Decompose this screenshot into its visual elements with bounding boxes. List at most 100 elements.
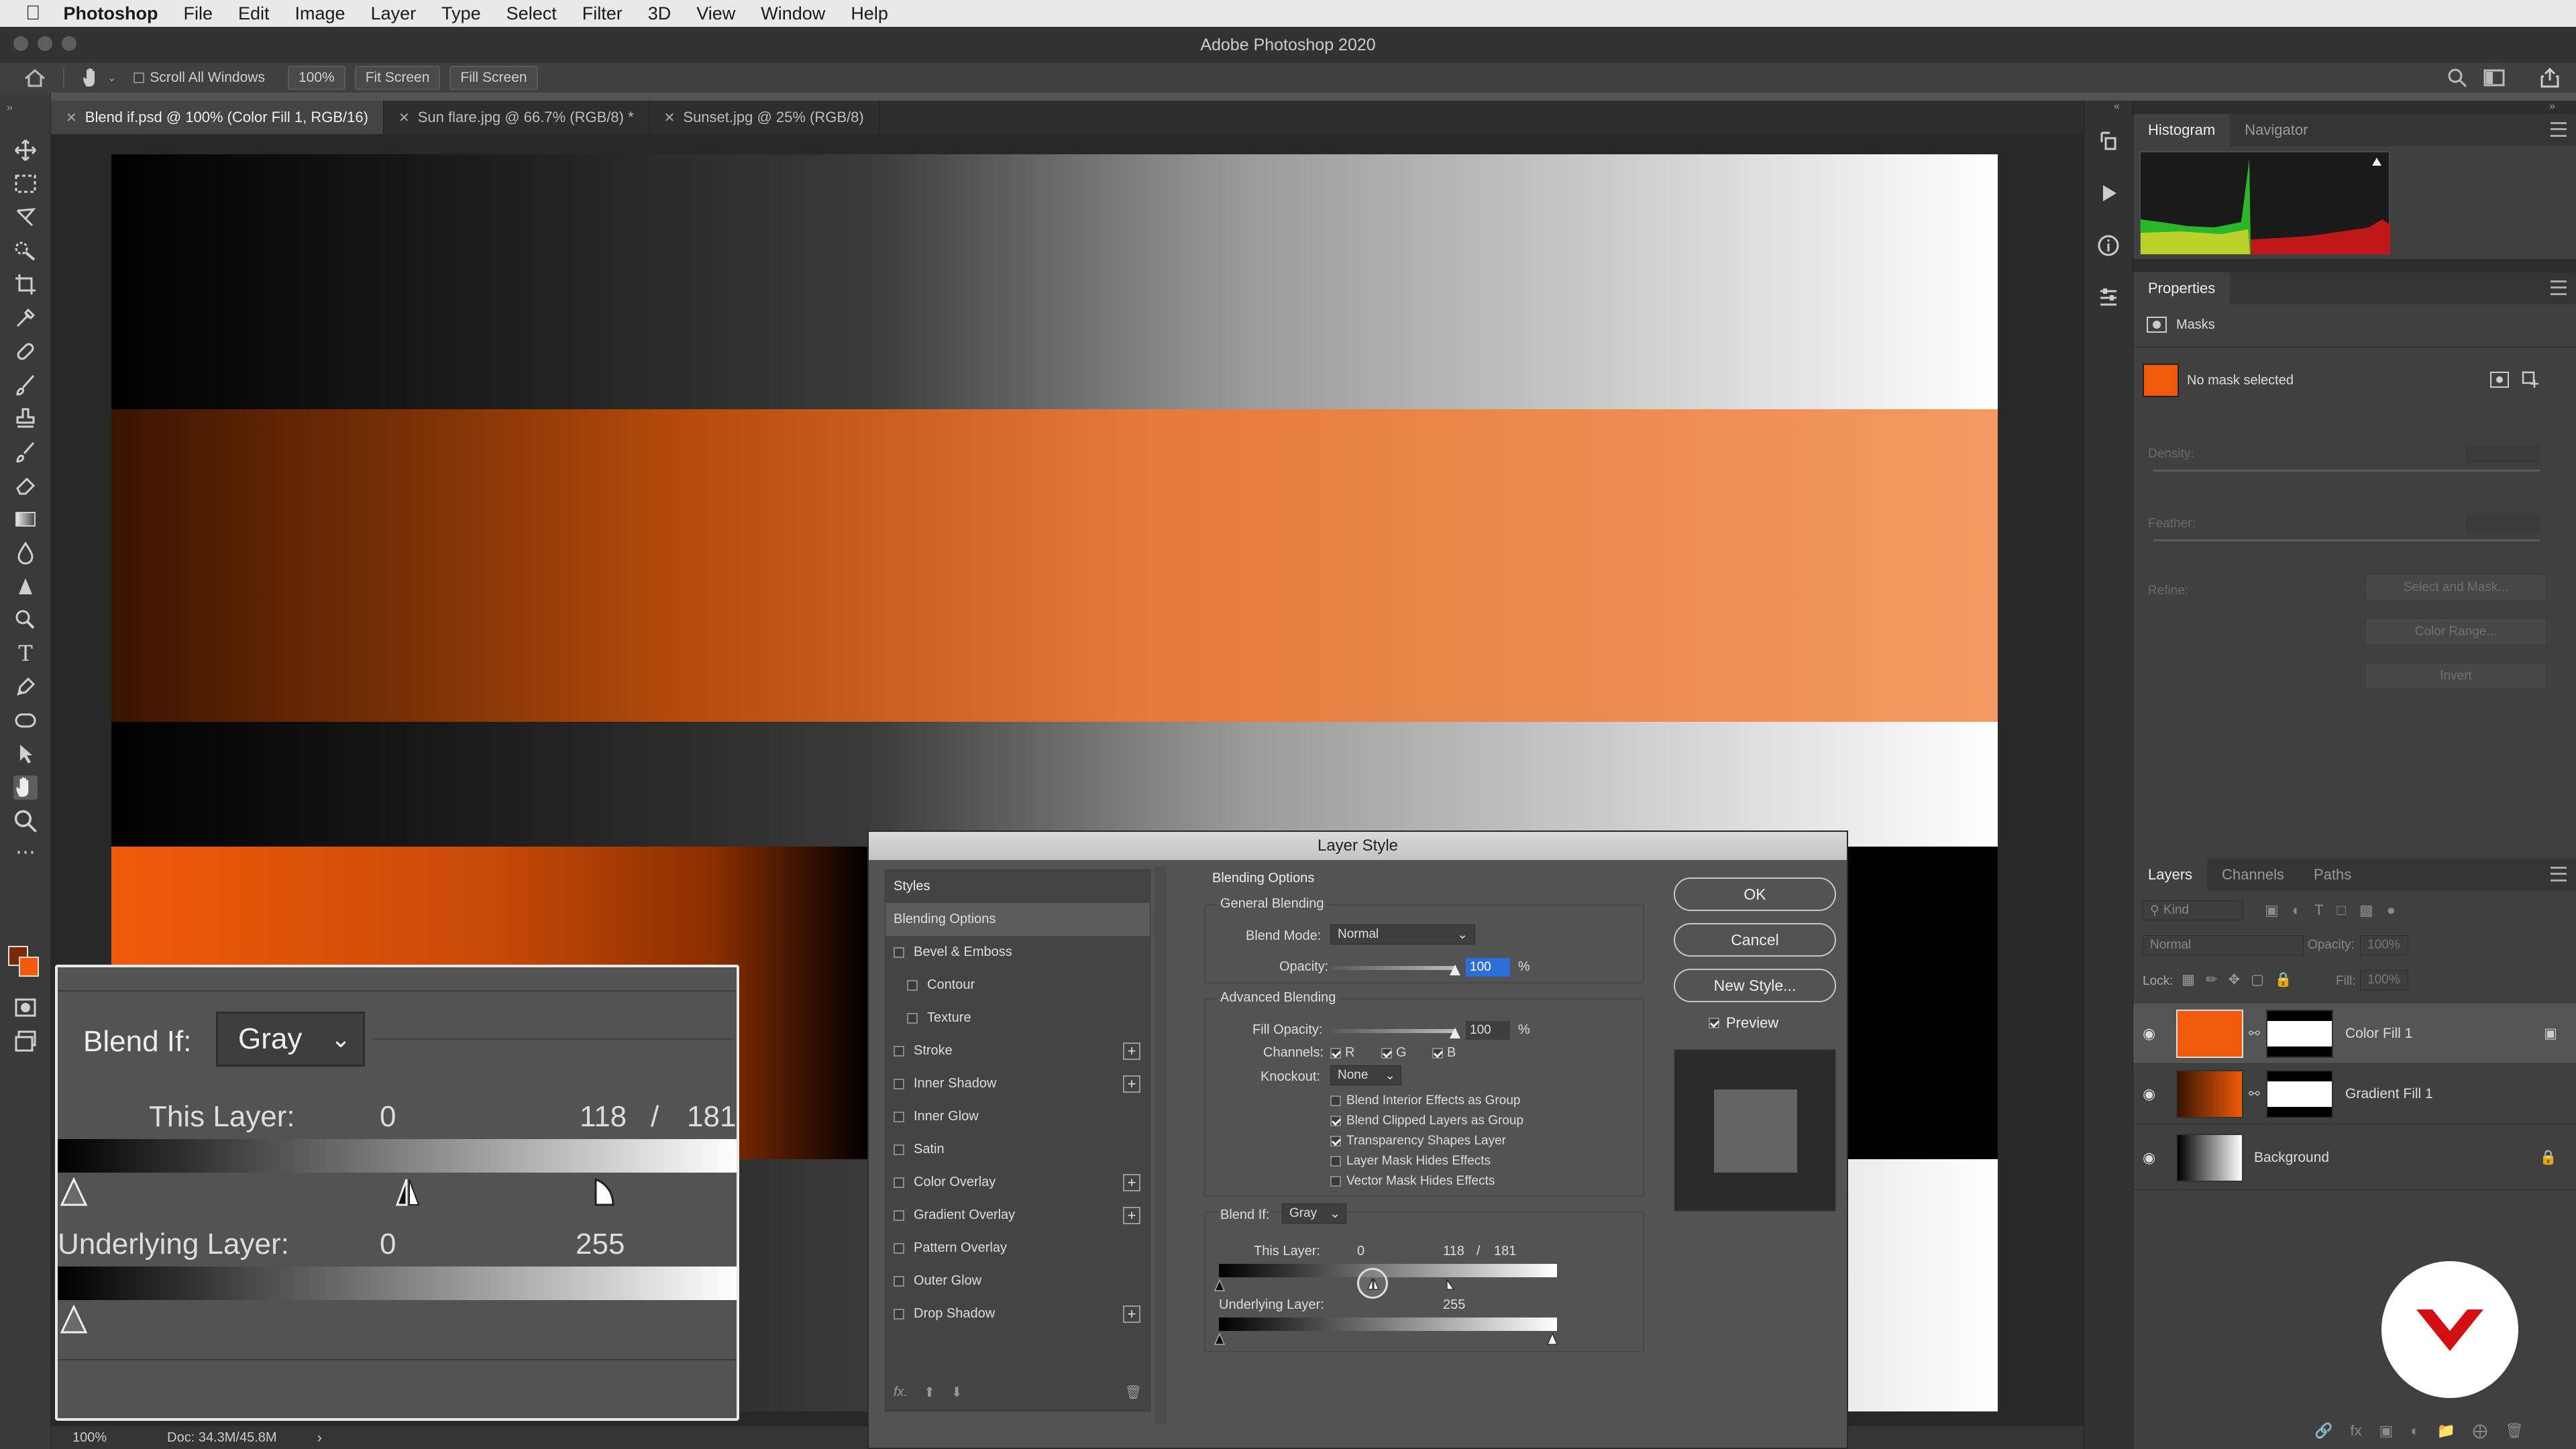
channel-g-checkbox[interactable]: [1381, 1047, 1392, 1059]
home-icon[interactable]: [23, 68, 47, 88]
add-effect-plus-icon[interactable]: +: [1123, 1173, 1140, 1191]
filter-shape-icon[interactable]: □: [2337, 902, 2346, 919]
style-item[interactable]: Satin: [885, 1133, 1150, 1166]
new-style-button[interactable]: New Style...: [1674, 969, 1836, 1002]
new-layer-icon[interactable]: ⨁: [2473, 1422, 2487, 1440]
style-checkbox[interactable]: [894, 1308, 904, 1320]
channel-b[interactable]: B: [1432, 1045, 1456, 1061]
lock-image-icon[interactable]: ✏: [2206, 971, 2218, 988]
advanced-option[interactable]: Blend Clipped Layers as Group: [1330, 1111, 1523, 1131]
menu-layer[interactable]: Layer: [371, 3, 417, 24]
blend-if-select[interactable]: Gray ⌄: [1282, 1203, 1346, 1224]
style-checkbox[interactable]: [894, 947, 904, 958]
layer-properties-icon[interactable]: ▣: [2544, 1025, 2557, 1042]
advanced-option[interactable]: Transparency Shapes Layer: [1330, 1131, 1523, 1151]
new-fill-adjustment-icon[interactable]: ◐: [2410, 1422, 2419, 1440]
style-item[interactable]: Inner Shadow +: [885, 1067, 1150, 1100]
add-effect-plus-icon[interactable]: +: [1123, 1206, 1140, 1224]
menu-3d[interactable]: 3D: [648, 3, 672, 24]
this-layer-split-thumb[interactable]: [1366, 1277, 1380, 1291]
move-effect-up-icon[interactable]: ⬆: [924, 1384, 935, 1401]
dock-collapse-arrows[interactable]: »: [2549, 101, 2555, 113]
lock-transparent-icon[interactable]: ▦: [2182, 971, 2195, 988]
share-icon[interactable]: [2540, 67, 2560, 89]
eye-visibility-icon[interactable]: ◉: [2143, 1085, 2155, 1103]
quick-selection-tool-icon[interactable]: [13, 239, 38, 263]
filter-toggle-icon[interactable]: ●: [2387, 902, 2396, 919]
zoom-percent-field[interactable]: 100%: [287, 66, 345, 90]
app-menu[interactable]: Photoshop: [64, 3, 158, 24]
menu-window[interactable]: Window: [761, 3, 825, 24]
delete-effect-icon[interactable]: 🗑: [1125, 1384, 1142, 1401]
zoom-tool-icon[interactable]: [13, 809, 38, 833]
link-icon[interactable]: ⚯: [2249, 1085, 2260, 1102]
menu-type[interactable]: Type: [441, 3, 481, 24]
link-icon[interactable]: ⚯: [2249, 1025, 2260, 1042]
opacity-input[interactable]: 100: [1466, 958, 1510, 977]
style-checkbox[interactable]: [894, 1275, 904, 1287]
style-item[interactable]: Outer Glow: [885, 1265, 1150, 1297]
add-style-icon[interactable]: fx: [2350, 1422, 2361, 1440]
cancel-button[interactable]: Cancel: [1674, 923, 1836, 957]
lock-all-icon[interactable]: 🔒: [2275, 972, 2292, 988]
blur-tool-icon[interactable]: [13, 541, 38, 565]
close-tab-icon[interactable]: ✕: [66, 109, 77, 126]
new-group-icon[interactable]: 📁: [2437, 1422, 2455, 1440]
brush-tool-icon[interactable]: [13, 373, 38, 397]
style-checkbox[interactable]: [894, 1242, 904, 1254]
background-color-swatch[interactable]: [19, 957, 39, 977]
style-item[interactable]: Bevel & Emboss: [885, 936, 1150, 969]
document-tab[interactable]: ✕ Sun flare.jpg @ 66.7% (RGB/8) *: [384, 101, 649, 134]
eye-visibility-icon[interactable]: ◉: [2143, 1025, 2155, 1042]
style-checkbox[interactable]: [894, 1078, 904, 1089]
lock-position-icon[interactable]: ✥: [2228, 971, 2240, 988]
advanced-option[interactable]: Blend Interior Effects as Group: [1330, 1091, 1523, 1111]
this-layer-white-thumb[interactable]: [1446, 1279, 1455, 1291]
delete-layer-icon[interactable]: 🗑: [2505, 1422, 2524, 1440]
advanced-option-checkbox[interactable]: [1330, 1095, 1341, 1106]
layer-opacity-field[interactable]: 100%: [2360, 935, 2408, 955]
close-tab-icon[interactable]: ✕: [398, 109, 410, 126]
fill-screen-button[interactable]: Fill Screen: [449, 66, 538, 90]
tab-histogram[interactable]: Histogram: [2133, 114, 2231, 146]
panel-menu-icon[interactable]: [2551, 867, 2567, 881]
layer-name[interactable]: Color Fill 1: [2345, 1026, 2412, 1042]
style-item[interactable]: Color Overlay +: [885, 1166, 1150, 1199]
dodge-tool-icon[interactable]: [13, 574, 38, 598]
eraser-tool-icon[interactable]: [13, 474, 38, 498]
menu-image[interactable]: Image: [295, 3, 345, 24]
ok-button[interactable]: OK: [1674, 877, 1836, 911]
panel-menu-icon[interactable]: [2551, 280, 2567, 295]
add-effect-plus-icon[interactable]: +: [1123, 1305, 1140, 1323]
style-checkbox[interactable]: [894, 1111, 904, 1122]
channel-b-checkbox[interactable]: [1432, 1047, 1443, 1059]
marquee-tool-icon[interactable]: [13, 172, 38, 196]
filter-smart-object-icon[interactable]: ▩: [2359, 902, 2373, 919]
path-selection-tool-icon[interactable]: [13, 742, 38, 766]
channel-r[interactable]: R: [1330, 1045, 1354, 1061]
tab-navigator[interactable]: Navigator: [2230, 114, 2322, 146]
fill-opacity-slider[interactable]: [1332, 1029, 1456, 1033]
add-vector-mask-icon[interactable]: [2521, 370, 2540, 389]
advanced-option-checkbox[interactable]: [1330, 1116, 1341, 1126]
channel-r-checkbox[interactable]: [1330, 1047, 1341, 1059]
pen-tool-icon[interactable]: [13, 608, 38, 632]
blend-mode-select[interactable]: Normal ⌄: [1330, 924, 1475, 945]
path-pen-tool-icon[interactable]: [13, 675, 38, 699]
eyedropper-tool-icon[interactable]: [13, 306, 38, 330]
shape-tool-icon[interactable]: [13, 708, 38, 733]
style-item[interactable]: Texture: [885, 1002, 1150, 1034]
layer-name[interactable]: Gradient Fill 1: [2345, 1086, 2433, 1102]
menu-view[interactable]: View: [696, 3, 735, 24]
layer-row[interactable]: ◉ Background 🔒: [2133, 1126, 2576, 1190]
underlying-white-thumb[interactable]: [1546, 1332, 1558, 1346]
tab-properties[interactable]: Properties: [2133, 272, 2231, 305]
screen-mode-icon[interactable]: [13, 1029, 38, 1053]
clone-stamp-tool-icon[interactable]: [13, 407, 38, 431]
style-checkbox[interactable]: [907, 1012, 918, 1024]
fill-opacity-slider-thumb[interactable]: [1448, 1026, 1462, 1040]
actions-panel-icon[interactable]: [2096, 181, 2121, 205]
opacity-slider-thumb[interactable]: [1448, 963, 1462, 977]
workspace-icon[interactable]: [2483, 69, 2505, 87]
gradient-tool-icon[interactable]: [13, 507, 38, 531]
